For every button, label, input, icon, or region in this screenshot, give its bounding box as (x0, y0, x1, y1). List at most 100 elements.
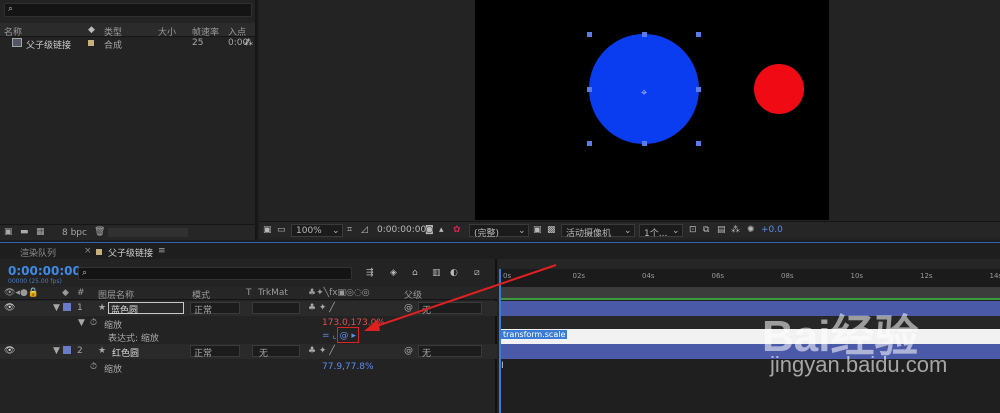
project-search-input[interactable]: ⌕ (4, 3, 252, 17)
anchor-point-icon[interactable]: ⌖ (641, 86, 647, 100)
stopwatch-icon[interactable]: ⏱ (90, 362, 97, 372)
pickwhip-icon[interactable]: @ (404, 346, 413, 356)
col-number: # (77, 288, 85, 298)
trkmat-value: 无 (259, 346, 268, 359)
layer-number: 2 (77, 346, 83, 356)
ruler-tick-label: 06s (712, 272, 725, 280)
shape-layer-icon: ★ (98, 303, 106, 313)
tab-composition[interactable]: 父子级链接 (108, 246, 153, 260)
toggle-pixel-aspect-icon[interactable]: ⊡ (689, 225, 697, 235)
trash-icon[interactable]: 🗑 (94, 227, 105, 237)
trkmat-dropdown[interactable] (252, 302, 300, 314)
twirl-open-icon[interactable]: ▼ (53, 346, 60, 356)
mode-dropdown[interactable]: 正常 (190, 345, 240, 357)
current-time-display[interactable]: 0:00:00:00 (377, 225, 426, 235)
col-trkmat[interactable]: TrkMat (258, 288, 288, 298)
search-icon: ⌕ (8, 4, 13, 14)
timeline-tabbar: 渲染队列 × 父子级链接 ≡ (0, 243, 1000, 259)
trkmat-dropdown[interactable]: 无 (252, 345, 300, 357)
zoom-dropdown[interactable]: 100% ⌄ (291, 224, 343, 237)
expression-editor[interactable]: transform.scale (499, 329, 1000, 344)
panel-menu-icon[interactable]: ≡ (158, 246, 166, 256)
twirl-open-icon[interactable]: ▼ (78, 318, 85, 328)
fast-previews-icon[interactable]: ⧉ (703, 225, 709, 235)
tag-icon: ◆ (88, 25, 95, 35)
layer-name[interactable]: 红色圆 (112, 346, 139, 359)
transform-handle[interactable] (587, 32, 592, 37)
transform-handle[interactable] (696, 87, 701, 92)
transform-handle[interactable] (696, 141, 701, 146)
bpc-toggle[interactable]: 8 bpc (62, 228, 87, 238)
label-color-swatch[interactable] (88, 40, 94, 46)
layer-name-editing[interactable]: 蓝色圆 (108, 302, 184, 314)
timeline-graph-area[interactable]: 0s02s04s06s08s10s12s14s transform.scale … (499, 259, 1000, 413)
mode-value: 正常 (194, 303, 212, 316)
thumbnail-scrollbar[interactable] (108, 228, 188, 237)
transform-handle[interactable] (642, 141, 647, 146)
col-layer-name[interactable]: 图层名称 (98, 288, 134, 301)
property-row-scale[interactable]: ⏱ 缩放 77.9,77.8% (0, 360, 497, 373)
search-icon: ⌕ (82, 268, 87, 278)
transparency-grid-icon[interactable]: ▩ (547, 225, 556, 235)
monitor-icon[interactable]: ▭ (277, 225, 286, 235)
eye-icon[interactable]: 👁 (4, 303, 15, 313)
watermark-url: jingyan.baidu.com (770, 352, 947, 378)
region-of-interest-icon[interactable]: ▣ (533, 225, 542, 235)
col-t: T (246, 288, 252, 298)
layer-switches[interactable]: ♣ ✦ ╱ (308, 303, 335, 313)
ruler-tick-label: 14s (990, 272, 1000, 280)
show-snapshot-icon[interactable]: ▴ (439, 225, 444, 235)
views-dropdown[interactable]: 1个... ⌄ (639, 224, 683, 237)
mode-value: 正常 (194, 346, 212, 359)
current-time-timecode[interactable]: 0:00:00:00 (8, 264, 81, 278)
flowchart-icon[interactable]: ⁂ (731, 225, 740, 235)
scale-value[interactable]: 77.9,77.8% (322, 362, 374, 372)
ruler-tick-label: 04s (642, 272, 655, 280)
layer-switches[interactable]: ♣ ✦ ╱ (308, 346, 335, 356)
transform-handle[interactable] (642, 32, 647, 37)
project-item-row[interactable]: 父子级链接 合成 25 0:00 ⁂ (0, 37, 255, 50)
transform-handle[interactable] (587, 141, 592, 146)
mask-visibility-icon[interactable]: ◿ (361, 225, 368, 235)
comp-label-swatch (96, 249, 102, 255)
mode-dropdown[interactable]: 正常 (190, 302, 240, 314)
property-name: 缩放 (104, 362, 122, 375)
always-preview-icon[interactable]: ▣ (263, 225, 272, 235)
transform-handle[interactable] (587, 87, 592, 92)
color-channel-icon[interactable]: ✿ (453, 225, 461, 235)
interpret-footage-icon[interactable]: ▣ (4, 227, 13, 237)
parent-dropdown[interactable]: 无 (418, 345, 482, 357)
eye-icon[interactable]: 👁 (4, 346, 15, 356)
tab-render-queue[interactable]: 渲染队列 (20, 246, 56, 259)
layer-label-swatch[interactable] (63, 346, 71, 354)
layer-bar-1[interactable] (499, 301, 1000, 316)
work-area-bar[interactable] (499, 259, 1000, 269)
camera-value: 活动摄像机 (566, 226, 611, 239)
exposure-value[interactable]: +0.0 (761, 225, 783, 235)
ruler-tick-label: 02s (573, 272, 586, 280)
new-folder-icon[interactable]: ▬ (20, 227, 29, 237)
reset-exposure-icon[interactable]: ✺ (747, 225, 755, 235)
layer-label-swatch[interactable] (63, 303, 71, 311)
layer-row[interactable]: 👁 ▼ 2 ★ 红色圆 正常 无 ♣ ✦ ╱ @ 无 (0, 344, 497, 359)
composition-canvas[interactable]: ⌖ (475, 0, 829, 220)
project-footer: ▣ ▬ ▦ 8 bpc 🗑 (0, 224, 255, 240)
time-ruler[interactable]: 0s02s04s06s08s10s12s14s (499, 269, 1000, 287)
red-circle-layer[interactable] (754, 64, 804, 114)
close-icon[interactable]: × (84, 246, 92, 256)
annotation-arrow (360, 263, 560, 333)
chevron-down-icon: ⌄ (332, 226, 340, 236)
resolution-dropdown[interactable]: (完整) ⌄ (469, 224, 529, 237)
layer-search-input[interactable]: ⌕ (78, 267, 352, 280)
timeline-icon[interactable]: ▤ (717, 225, 726, 235)
new-composition-icon[interactable]: ▦ (36, 227, 45, 237)
camera-dropdown[interactable]: 活动摄像机 ⌄ (561, 224, 635, 237)
snapshot-icon[interactable]: ◙ (425, 225, 434, 235)
twirl-open-icon[interactable]: ▼ (53, 303, 60, 313)
transform-handle[interactable] (696, 32, 701, 37)
safe-margins-icon[interactable]: ⌗ (347, 225, 352, 235)
resolution-value: (完整) (474, 226, 499, 239)
col-mode[interactable]: 模式 (192, 288, 210, 301)
stopwatch-icon[interactable]: ⏱ (90, 318, 97, 328)
chevron-down-icon: ⌄ (624, 226, 632, 236)
